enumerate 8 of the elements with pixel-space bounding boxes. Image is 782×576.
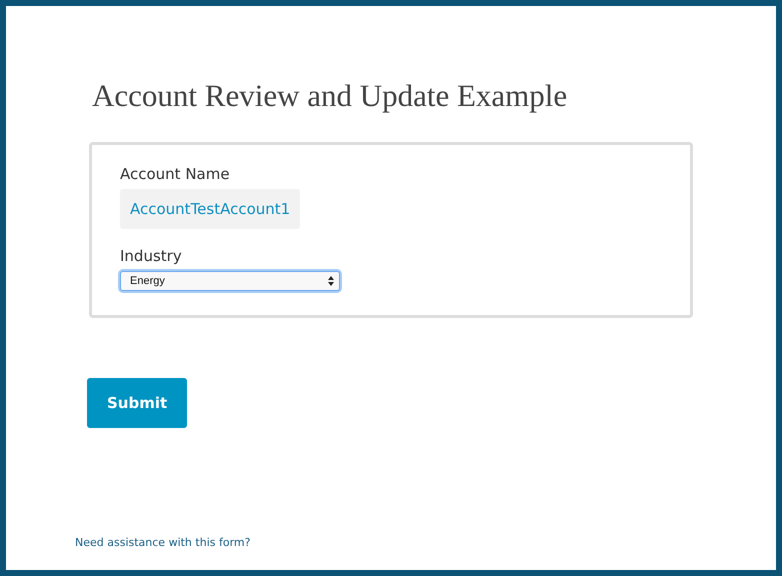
page-title: Account Review and Update Example: [92, 78, 568, 114]
field-label: Industry: [120, 247, 182, 265]
help-link[interactable]: Need assistance with this form?: [75, 536, 250, 549]
account-name-value: AccountTestAccount1: [120, 189, 300, 229]
industry-dropdown[interactable]: Energy: [120, 271, 340, 291]
dropdown-arrows-icon: [328, 276, 334, 286]
submit-button[interactable]: Submit: [87, 378, 188, 428]
field-label: Account Name: [120, 165, 230, 183]
